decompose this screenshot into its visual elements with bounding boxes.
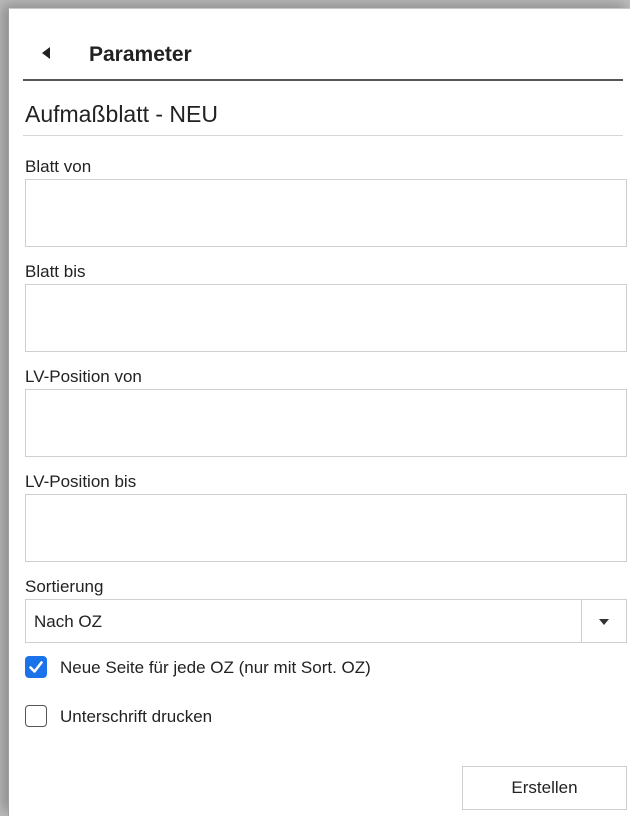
lv-position-von-input[interactable] bbox=[25, 389, 627, 457]
sortierung-label: Sortierung bbox=[25, 577, 104, 596]
panel-header: Parameter bbox=[23, 31, 623, 81]
new-page-per-oz-checkbox[interactable] bbox=[25, 656, 47, 678]
divider bbox=[23, 135, 623, 136]
checkmark-icon bbox=[29, 661, 43, 673]
blatt-von-label: Blatt von bbox=[25, 157, 92, 176]
dropdown-toggle[interactable] bbox=[581, 600, 626, 642]
sortierung-select[interactable]: Nach OZ bbox=[25, 599, 627, 643]
panel-title: Parameter bbox=[89, 43, 192, 66]
caret-down-icon bbox=[599, 619, 609, 625]
chevron-left-icon bbox=[42, 47, 50, 59]
sortierung-selected-value: Nach OZ bbox=[34, 612, 103, 631]
form-title: Aufmaßblatt - NEU bbox=[25, 101, 218, 127]
blatt-bis-label: Blatt bis bbox=[25, 262, 86, 281]
print-signature-checkbox[interactable] bbox=[25, 705, 47, 727]
print-signature-label: Unterschrift drucken bbox=[60, 707, 213, 726]
blatt-von-input[interactable] bbox=[25, 179, 627, 247]
lv-position-bis-input[interactable] bbox=[25, 494, 627, 562]
lv-position-von-label: LV-Position von bbox=[25, 367, 142, 386]
create-button[interactable]: Erstellen bbox=[462, 766, 627, 810]
back-button[interactable] bbox=[37, 41, 57, 65]
parameter-panel: Parameter Aufmaßblatt - NEU Blatt von Bl… bbox=[8, 8, 630, 816]
lv-position-bis-label: LV-Position bis bbox=[25, 472, 137, 491]
blatt-bis-input[interactable] bbox=[25, 284, 627, 352]
new-page-per-oz-label: Neue Seite für jede OZ (nur mit Sort. OZ… bbox=[60, 658, 371, 677]
